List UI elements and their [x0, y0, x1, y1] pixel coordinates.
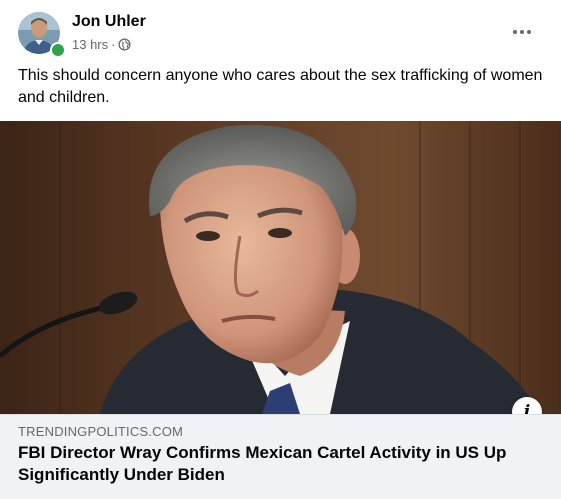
globe-icon[interactable] — [118, 38, 131, 51]
author-name[interactable]: Jon Uhler — [72, 13, 146, 31]
more-dot — [527, 30, 531, 34]
more-dot — [520, 30, 524, 34]
post-text: This should concern anyone who cares abo… — [18, 67, 543, 106]
online-status-indicator — [50, 42, 66, 58]
preview-photo — [0, 121, 561, 414]
facebook-post: Jon Uhler 13 hrs · This should concern a… — [0, 0, 561, 499]
link-domain: TRENDINGPOLITICS.COM — [18, 424, 184, 439]
more-options-button[interactable] — [504, 20, 540, 44]
link-headline[interactable]: FBI Director Wray Confirms Mexican Carte… — [18, 442, 548, 486]
link-preview-image[interactable] — [0, 121, 561, 414]
link-preview-card[interactable]: TRENDINGPOLITICS.COM FBI Director Wray C… — [0, 414, 561, 499]
post-timestamp[interactable]: 13 hrs — [72, 37, 108, 52]
post-header: Jon Uhler 13 hrs · — [0, 0, 561, 66]
meta-separator: · — [111, 37, 116, 52]
more-horizontal-icon — [513, 30, 517, 34]
post-meta: 13 hrs · — [72, 37, 131, 52]
